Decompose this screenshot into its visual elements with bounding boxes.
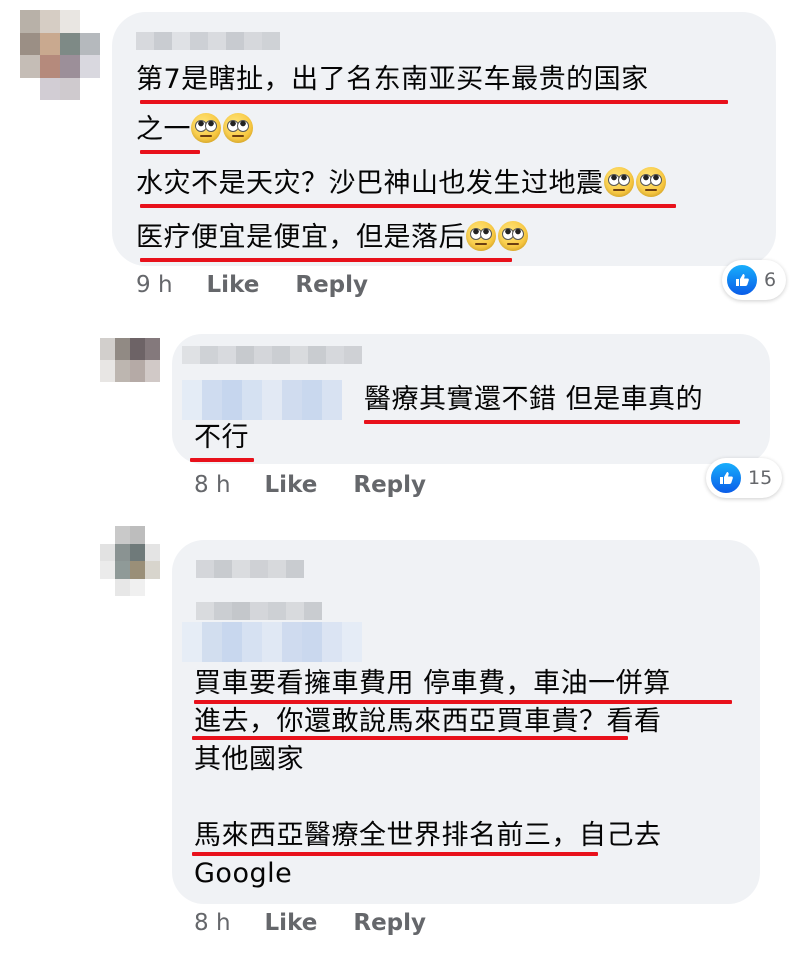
- underline-mark: [364, 420, 740, 424]
- reaction-count: 15: [748, 467, 773, 489]
- underline-mark: [140, 204, 676, 208]
- author-name-blurred[interactable]: [196, 560, 304, 578]
- comment-text-line: 第7是瞎扯，出了名东南亚买车最贵的国家: [136, 64, 649, 95]
- eye-roll-emoji-icon: [191, 113, 221, 143]
- like-button[interactable]: Like: [265, 472, 318, 498]
- comment-actions: 8 h Like Reply: [194, 910, 462, 936]
- timestamp[interactable]: 8 h: [194, 910, 231, 936]
- eye-roll-emoji-icon: [466, 221, 496, 251]
- avatar[interactable]: [100, 526, 160, 596]
- timestamp[interactable]: 9 h: [136, 272, 173, 298]
- underline-mark: [190, 458, 254, 462]
- comment-actions: 8 h Like Reply: [194, 472, 462, 498]
- comment-text-line: 醫療其實還不錯 但是車真的: [364, 384, 704, 415]
- eye-roll-emoji-icon: [498, 221, 528, 251]
- comment-text-line: Google: [194, 858, 293, 889]
- avatar[interactable]: [20, 10, 100, 100]
- author-name-blurred[interactable]: [136, 32, 280, 50]
- comment-text-line: 馬來西亞醫療全世界排名前三，自己去: [194, 820, 662, 851]
- reaction-count: 6: [764, 269, 777, 291]
- like-button[interactable]: Like: [207, 272, 260, 298]
- author-name-blurred[interactable]: [196, 602, 322, 620]
- timestamp[interactable]: 8 h: [194, 472, 231, 498]
- mentioned-user-blurred[interactable]: [182, 622, 362, 662]
- comment-bubble: 醫療其實還不錯 但是車真的 不行: [172, 334, 770, 464]
- reaction-badge[interactable]: 15: [706, 458, 783, 498]
- like-button[interactable]: Like: [265, 910, 318, 936]
- comment-text-line: 之一: [136, 110, 255, 150]
- author-name-blurred[interactable]: [182, 346, 362, 364]
- comment-text-line: 水灾不是天灾？沙巴神山也发生过地震: [136, 164, 668, 204]
- eye-roll-emoji-icon: [603, 167, 634, 197]
- avatar[interactable]: [100, 338, 160, 382]
- underline-mark: [140, 258, 512, 262]
- comment-bubble: 買車要看擁車費用 停車費，車油一併算 進去，你還敢說馬來西亞買車貴？看看 其他國…: [172, 540, 760, 904]
- reaction-badge[interactable]: 6: [722, 260, 787, 300]
- reply-button[interactable]: Reply: [295, 272, 368, 298]
- eye-roll-emoji-icon: [223, 113, 253, 143]
- reply-button[interactable]: Reply: [353, 910, 426, 936]
- comment-text-line: 其他國家: [194, 744, 304, 775]
- comment-text-line: 不行: [194, 422, 249, 453]
- like-thumb-icon: [725, 263, 759, 297]
- comment-text-line: 買車要看擁車費用 停車費，車油一併算: [194, 668, 671, 699]
- comment-bubble: 第7是瞎扯，出了名东南亚买车最贵的国家 之一 水灾不是天灾？沙巴神山也发生过地震…: [112, 12, 776, 266]
- reply-button[interactable]: Reply: [353, 472, 426, 498]
- like-thumb-icon: [709, 461, 743, 495]
- underline-mark: [140, 100, 728, 104]
- comment-text-line: 医疗便宜是便宜，但是落后: [136, 218, 530, 258]
- underline-mark: [140, 150, 200, 154]
- comment-actions: 9 h Like Reply: [136, 272, 404, 298]
- eye-roll-emoji-icon: [635, 167, 666, 197]
